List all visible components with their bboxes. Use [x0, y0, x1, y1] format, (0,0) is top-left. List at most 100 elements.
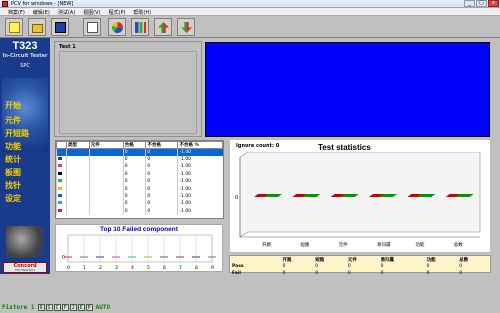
color-swatch: [58, 194, 62, 198]
bar-chart-button[interactable]: [131, 18, 149, 36]
fixture-label: Fixture 1: [2, 304, 35, 311]
table-row[interactable]: 0 0 -1.00: [56, 155, 223, 164]
summary-row-label: Pass: [232, 264, 244, 269]
col-component[interactable]: 元件: [88, 141, 124, 149]
x-tick-label: 3: [115, 265, 118, 271]
report-button[interactable]: [83, 18, 101, 36]
save-button[interactable]: [51, 18, 69, 36]
upload-button[interactable]: [154, 18, 172, 36]
maximize-button[interactable]: □: [476, 0, 487, 7]
summary-header: 开路: [282, 257, 292, 263]
cell-pass: 0: [122, 207, 146, 216]
summary-table: 开路短路元件易归属功能总数Pass000000Fail000000Total00…: [229, 255, 491, 290]
folder-icon: [32, 24, 43, 33]
fixture-key-p[interactable]: P: [85, 304, 93, 311]
menu-view[interactable]: 视图(V): [79, 8, 104, 16]
open-folder-button[interactable]: [28, 18, 46, 36]
brand-title: T323: [12, 40, 38, 52]
close-button[interactable]: ×: [488, 0, 499, 7]
col-fail-pct[interactable]: 不合格 %: [177, 141, 223, 149]
col-fail[interactable]: 不合格: [145, 141, 179, 149]
cell-type: [66, 185, 90, 193]
menu-test[interactable]: 测试(A): [54, 8, 79, 16]
color-swatch: [58, 171, 62, 175]
company-logo: Concord TECHNOLOGY: [3, 262, 47, 273]
row-color-swatch: [56, 178, 67, 186]
cell-type: [66, 192, 90, 201]
nav-start[interactable]: 开始: [5, 100, 45, 111]
x-tick-label: 总数: [454, 241, 463, 248]
fixture-key-c[interactable]: C: [53, 304, 61, 311]
color-swatch: [58, 164, 62, 168]
cell-fail-pct: -1.00: [177, 170, 223, 179]
table-row[interactable]: 0 0 -1.00: [56, 148, 223, 156]
table-row[interactable]: 0 0 -1.00: [56, 207, 223, 216]
menu-help[interactable]: 帮助(H): [129, 8, 155, 16]
nav-statistics[interactable]: 统计: [5, 154, 45, 165]
minimize-button[interactable]: _: [464, 0, 475, 7]
cell-fail: 0: [145, 192, 178, 201]
x-tick-label: 1: [83, 265, 86, 271]
cell-type: [66, 170, 90, 179]
cell-fail-pct: -1.00: [177, 185, 223, 193]
nav-function[interactable]: 功能: [5, 141, 45, 152]
nav-board-map[interactable]: 板图: [5, 167, 45, 178]
fixture-key-j[interactable]: J: [69, 304, 77, 311]
table-row[interactable]: 0 0 -1.00: [56, 185, 223, 193]
x-tick-label: 开路: [262, 241, 271, 248]
pie-chart-button[interactable]: [108, 18, 126, 36]
nav-find-pin[interactable]: 找针: [5, 180, 45, 191]
menu-program[interactable]: 程式(P): [105, 8, 130, 16]
col-pass[interactable]: 合格: [122, 141, 147, 149]
cell-component: [88, 207, 124, 216]
color-swatch: [58, 201, 62, 205]
table-row[interactable]: 0 0 -1.00: [56, 192, 223, 201]
cell-fail-pct: -1.00: [177, 163, 223, 171]
fixture-key-s[interactable]: S: [45, 304, 53, 311]
cell-type: [66, 207, 90, 216]
menu-file[interactable]: 档案(F): [4, 8, 29, 16]
nav-settings[interactable]: 设定: [5, 193, 45, 204]
cell-type: [66, 178, 90, 186]
summary-cell: 0: [380, 264, 384, 269]
summary-cell: 0: [282, 264, 286, 269]
cell-component: [88, 192, 124, 201]
cell-fail-pct: -1.00: [177, 148, 223, 156]
nav-open-short[interactable]: 开短路: [5, 128, 45, 139]
x-tick-label: 2: [99, 265, 102, 271]
col-type[interactable]: 类型: [66, 141, 90, 149]
row-color-swatch: [56, 185, 67, 193]
table-row[interactable]: 0 0 -1.00: [56, 178, 223, 186]
cell-component: [88, 163, 124, 171]
fixture-key-f[interactable]: F: [61, 304, 69, 311]
cell-component: [88, 155, 124, 164]
stats-chart-title: Test statistics: [318, 143, 371, 152]
floppy-icon: [55, 22, 66, 33]
color-swatch: [58, 186, 62, 190]
color-swatch: [58, 157, 62, 161]
table-row[interactable]: 0 0 -1.00: [56, 163, 223, 171]
cell-fail: 0: [145, 207, 178, 216]
x-tick-label: 9: [211, 265, 214, 271]
cell-fail: 0: [145, 178, 178, 186]
download-button[interactable]: [177, 18, 195, 36]
cell-component: [88, 200, 124, 208]
new-file-button[interactable]: [5, 18, 23, 36]
report-icon: [87, 22, 98, 33]
summary-header: 元件: [347, 257, 357, 263]
arrow-down-icon: [181, 22, 192, 33]
menu-edit[interactable]: 编辑(E): [29, 8, 54, 16]
cell-pass: 0: [122, 178, 146, 186]
x-tick-label: 4: [131, 265, 134, 271]
table-row[interactable]: 0 0 -1.00: [56, 200, 223, 208]
row-color-swatch: [56, 155, 67, 164]
nav-component[interactable]: 元件: [5, 115, 45, 126]
fixture-key-0[interactable]: 0: [37, 304, 45, 311]
table-row[interactable]: 0 0 -1.00: [56, 170, 223, 179]
fixture-key-e[interactable]: E: [77, 304, 85, 311]
cell-pass: 0: [122, 170, 146, 179]
cell-pass: 0: [122, 185, 146, 193]
cell-type: [66, 155, 90, 164]
row-color-swatch: [56, 163, 67, 171]
color-swatch: [58, 179, 62, 183]
